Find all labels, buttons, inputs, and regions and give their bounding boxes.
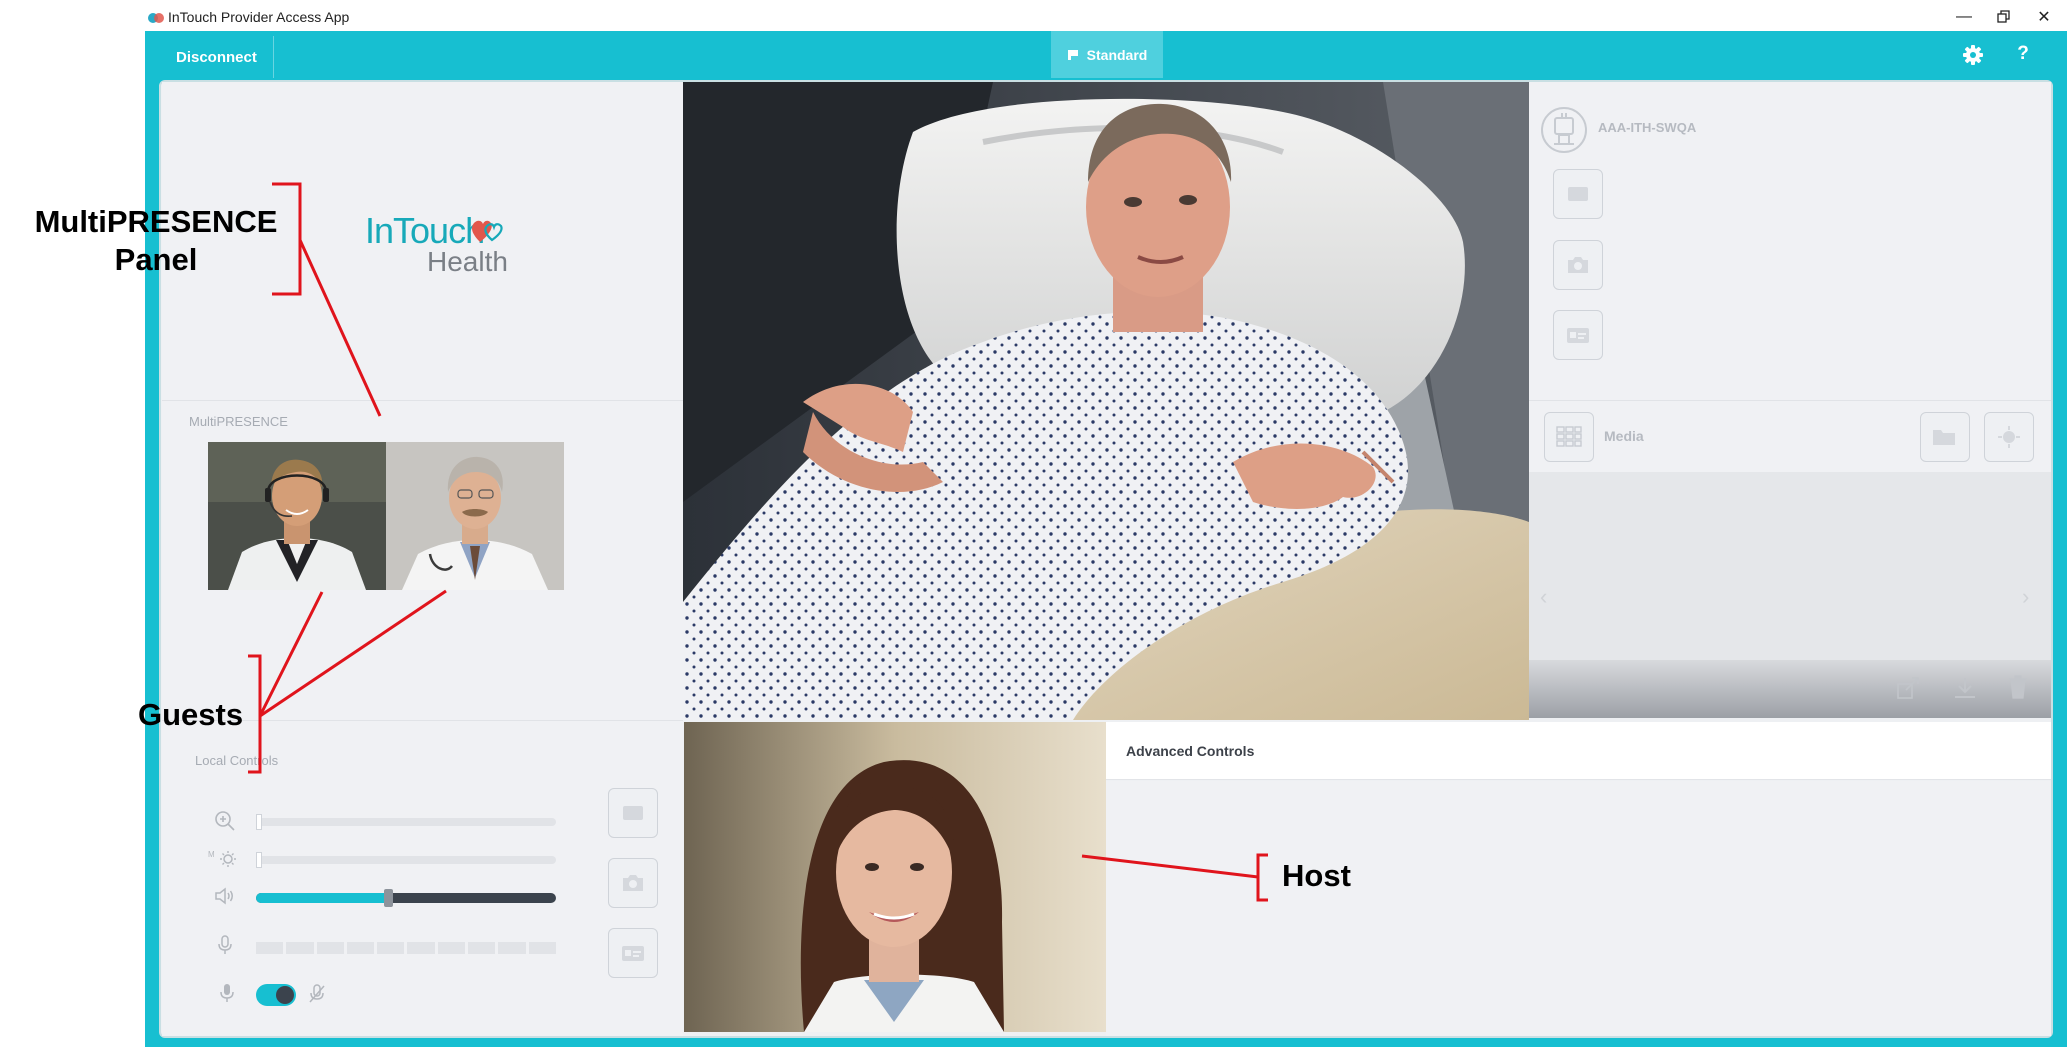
multipresence-section-title: MultiPRESENCE: [189, 414, 288, 429]
local-display-button[interactable]: [608, 928, 658, 978]
logo-hearts-icon: [472, 220, 503, 242]
capture-icon: [1998, 426, 2020, 448]
patient-video-feed[interactable]: [683, 82, 1529, 720]
logo-text-intouch: InTouch: [365, 210, 485, 251]
media-prev-arrow-icon[interactable]: ‹: [1540, 584, 1547, 610]
open-folder-button[interactable]: [1920, 412, 1970, 462]
settings-gear-icon[interactable]: [1960, 42, 1986, 68]
brightness-slider-handle[interactable]: [256, 852, 262, 868]
robot-device-icon: [1540, 106, 1588, 154]
remote-snapshot-button[interactable]: [1553, 240, 1603, 290]
microphone-muted-icon: [306, 983, 328, 1005]
flag-icon: [1067, 49, 1078, 60]
divider: [1529, 400, 2051, 401]
media-download-icon[interactable]: [1952, 676, 1978, 705]
mode-standard-button[interactable]: Standard: [1051, 31, 1163, 78]
host-video-feed[interactable]: [684, 722, 1106, 1032]
host-video-image: [684, 722, 1106, 1032]
speaker-icon: [214, 885, 236, 907]
folder-icon: [1933, 430, 1955, 445]
brightness-icon: M: [208, 848, 240, 870]
remote-display-button[interactable]: [1553, 310, 1603, 360]
mic-level-meter: [256, 942, 556, 954]
patient-video-image: [683, 82, 1529, 720]
zoom-slider[interactable]: [256, 818, 556, 826]
disconnect-button[interactable]: Disconnect: [160, 36, 274, 78]
volume-slider-handle[interactable]: [384, 889, 393, 907]
display-card-icon: [622, 946, 644, 961]
annotation-multipresence-panel: MultiPRESENCE Panel: [34, 204, 278, 277]
volume-slider-fill: [256, 893, 388, 903]
volume-slider[interactable]: [256, 893, 556, 903]
window-title: InTouch Provider Access App: [168, 9, 350, 25]
grid-icon: [1556, 426, 1582, 447]
media-grid-button[interactable]: [1544, 412, 1594, 462]
media-export-icon[interactable]: [1896, 676, 1922, 705]
media-next-arrow-icon[interactable]: ›: [2022, 584, 2029, 610]
microphone-icon: [216, 982, 238, 1004]
brightness-slider[interactable]: [256, 856, 556, 864]
app-icon: [147, 11, 165, 25]
zoom-slider-handle[interactable]: [256, 814, 262, 830]
video-screen-icon: [623, 806, 643, 820]
minimize-icon[interactable]: —: [1944, 4, 1984, 30]
restore-icon[interactable]: [1984, 4, 2024, 30]
annotation-guests: Guests: [138, 697, 244, 732]
device-name: AAA-ITH-SWQA: [1598, 120, 1697, 135]
camera-icon: [1568, 257, 1588, 273]
close-icon[interactable]: ✕: [2024, 4, 2064, 30]
media-label: Media: [1604, 428, 1644, 444]
mode-label: Standard: [1086, 46, 1148, 63]
display-card-icon: [1567, 328, 1589, 343]
help-button[interactable]: ?: [2010, 40, 2036, 68]
intouch-health-logo: InTouch Health: [365, 210, 508, 278]
media-capture-button[interactable]: [1984, 412, 2034, 462]
guest-video-1[interactable]: [208, 442, 386, 590]
mute-toggle[interactable]: [256, 984, 296, 1006]
advanced-controls-body: [1106, 781, 2051, 1036]
annotation-host: Host: [1282, 858, 1351, 893]
local-snapshot-button[interactable]: [608, 858, 658, 908]
local-camera-view-button[interactable]: [608, 788, 658, 838]
advanced-controls-header[interactable]: Advanced Controls: [1106, 722, 2051, 780]
zoom-in-icon: [214, 810, 236, 832]
media-delete-icon[interactable]: [2007, 674, 2029, 705]
guest-video-2[interactable]: [386, 442, 564, 590]
microphone-level-icon: [214, 934, 236, 956]
camera-icon: [623, 875, 643, 891]
local-controls-title: Local Controls: [195, 753, 279, 768]
divider: [162, 400, 683, 401]
remote-camera-view-button[interactable]: [1553, 169, 1603, 219]
svg-text:M: M: [208, 850, 215, 859]
video-screen-icon: [1568, 187, 1588, 201]
advanced-controls-label: Advanced Controls: [1126, 742, 1255, 759]
